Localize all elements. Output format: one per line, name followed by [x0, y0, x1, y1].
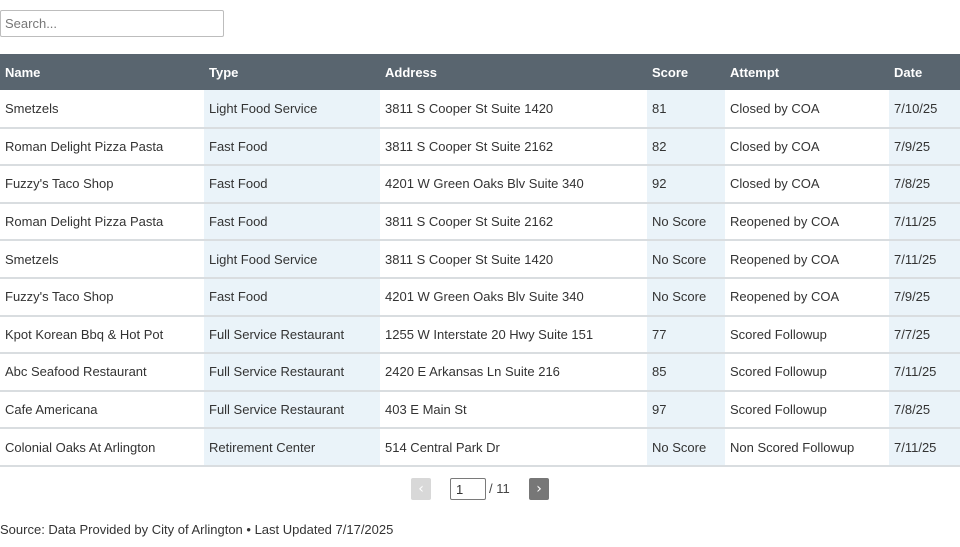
cell-date: 7/11/25 — [889, 202, 960, 242]
cell-type: Fast Food — [204, 127, 380, 167]
header-row: Name Type Address Score Attempt Date — [0, 54, 960, 90]
table-row[interactable]: Roman Delight Pizza Pasta Fast Food 3811 S… — [0, 202, 960, 242]
column-header-date[interactable]: Date — [889, 54, 960, 90]
cell-name: Smetzels — [0, 90, 204, 129]
table-row[interactable]: Smetzels Light Food Service 3811 S Cooper … — [0, 240, 960, 279]
table-row[interactable]: Fuzzy's Taco Shop Fast Food 4201 W Green O… — [0, 277, 960, 317]
column-header-name[interactable]: Name — [0, 54, 204, 90]
cell-score: No Score — [647, 277, 725, 317]
cell-address: 4201 W Green Oaks Blv Suite 340 — [380, 165, 647, 204]
column-header-attempt[interactable]: Attempt — [725, 54, 889, 90]
cell-name: Roman Delight Pizza Pasta — [0, 202, 204, 242]
cell-date: 7/7/25 — [889, 315, 960, 355]
prev-page-button[interactable]: ‹ — [411, 478, 431, 500]
cell-name: Fuzzy's Taco Shop — [0, 277, 204, 317]
cell-date: 7/10/25 — [889, 90, 960, 129]
cell-attempt: Scored Followup — [725, 315, 889, 355]
cell-name: Abc Seafood Restaurant — [0, 353, 204, 392]
table-row[interactable]: Colonial Oaks At Arlington Retirement Cen… — [0, 428, 960, 467]
pagination: ‹ / 11 › — [0, 477, 960, 501]
cell-type: Retirement Center — [204, 428, 380, 467]
cell-score: 97 — [647, 390, 725, 430]
cell-date: 7/11/25 — [889, 353, 960, 392]
table-row[interactable]: Roman Delight Pizza Pasta Fast Food 3811 S… — [0, 127, 960, 167]
cell-address: 1255 W Interstate 20 Hwy Suite 151 — [380, 315, 647, 355]
cell-address: 3811 S Cooper St Suite 2162 — [380, 202, 647, 242]
cell-score: 77 — [647, 315, 725, 355]
cell-date: 7/8/25 — [889, 165, 960, 204]
page-total-label: / 11 — [489, 481, 510, 496]
inspection-table: Name Type Address Score Attempt Date Sme… — [0, 54, 960, 467]
page-number-input[interactable] — [450, 478, 486, 500]
cell-score: 82 — [647, 127, 725, 167]
cell-date: 7/11/25 — [889, 428, 960, 467]
cell-score: No Score — [647, 428, 725, 467]
cell-attempt: Closed by COA — [725, 90, 889, 129]
cell-name: Fuzzy's Taco Shop — [0, 165, 204, 204]
column-header-score[interactable]: Score — [647, 54, 725, 90]
table-row[interactable]: Kpot Korean Bbq & Hot Pot Full Service Re… — [0, 315, 960, 355]
cell-score: 92 — [647, 165, 725, 204]
cell-score: No Score — [647, 202, 725, 242]
cell-type: Fast Food — [204, 165, 380, 204]
table-row[interactable]: Abc Seafood Restaurant Full Service Resta… — [0, 353, 960, 392]
column-header-address[interactable]: Address — [380, 54, 647, 90]
cell-name: Smetzels — [0, 240, 204, 279]
cell-date: 7/11/25 — [889, 240, 960, 279]
cell-type: Light Food Service — [204, 90, 380, 129]
cell-date: 7/9/25 — [889, 127, 960, 167]
cell-attempt: Closed by COA — [725, 127, 889, 167]
cell-type: Fast Food — [204, 202, 380, 242]
table-row[interactable]: Smetzels Light Food Service 3811 S Cooper … — [0, 90, 960, 129]
table-row[interactable]: Cafe Americana Full Service Restaurant 403… — [0, 390, 960, 430]
cell-address: 514 Central Park Dr — [380, 428, 647, 467]
table-row[interactable]: Fuzzy's Taco Shop Fast Food 4201 W Green O… — [0, 165, 960, 204]
table-body: Smetzels Light Food Service 3811 S Cooper … — [0, 90, 960, 467]
cell-type: Full Service Restaurant — [204, 315, 380, 355]
cell-name: Kpot Korean Bbq & Hot Pot — [0, 315, 204, 355]
cell-attempt: Reopened by COA — [725, 240, 889, 279]
cell-attempt: Scored Followup — [725, 353, 889, 392]
cell-type: Light Food Service — [204, 240, 380, 279]
cell-date: 7/8/25 — [889, 390, 960, 430]
cell-name: Colonial Oaks At Arlington — [0, 428, 204, 467]
cell-name: Roman Delight Pizza Pasta — [0, 127, 204, 167]
cell-type: Fast Food — [204, 277, 380, 317]
next-page-button[interactable]: › — [529, 478, 549, 500]
table-header: Name Type Address Score Attempt Date — [0, 54, 960, 90]
cell-attempt: Reopened by COA — [725, 277, 889, 317]
cell-attempt: Reopened by COA — [725, 202, 889, 242]
cell-date: 7/9/25 — [889, 277, 960, 317]
cell-score: 85 — [647, 353, 725, 392]
cell-address: 3811 S Cooper St Suite 1420 — [380, 90, 647, 129]
cell-type: Full Service Restaurant — [204, 353, 380, 392]
cell-attempt: Closed by COA — [725, 165, 889, 204]
cell-address: 2420 E Arkansas Ln Suite 216 — [380, 353, 647, 392]
search-input[interactable] — [0, 10, 224, 37]
cell-type: Full Service Restaurant — [204, 390, 380, 430]
cell-name: Cafe Americana — [0, 390, 204, 430]
source-footer: Source: Data Provided by City of Arlingt… — [0, 522, 394, 537]
cell-attempt: Non Scored Followup — [725, 428, 889, 467]
cell-address: 3811 S Cooper St Suite 2162 — [380, 127, 647, 167]
cell-score: No Score — [647, 240, 725, 279]
cell-address: 4201 W Green Oaks Blv Suite 340 — [380, 277, 647, 317]
cell-attempt: Scored Followup — [725, 390, 889, 430]
column-header-type[interactable]: Type — [204, 54, 380, 90]
cell-score: 81 — [647, 90, 725, 129]
cell-address: 403 E Main St — [380, 390, 647, 430]
cell-address: 3811 S Cooper St Suite 1420 — [380, 240, 647, 279]
